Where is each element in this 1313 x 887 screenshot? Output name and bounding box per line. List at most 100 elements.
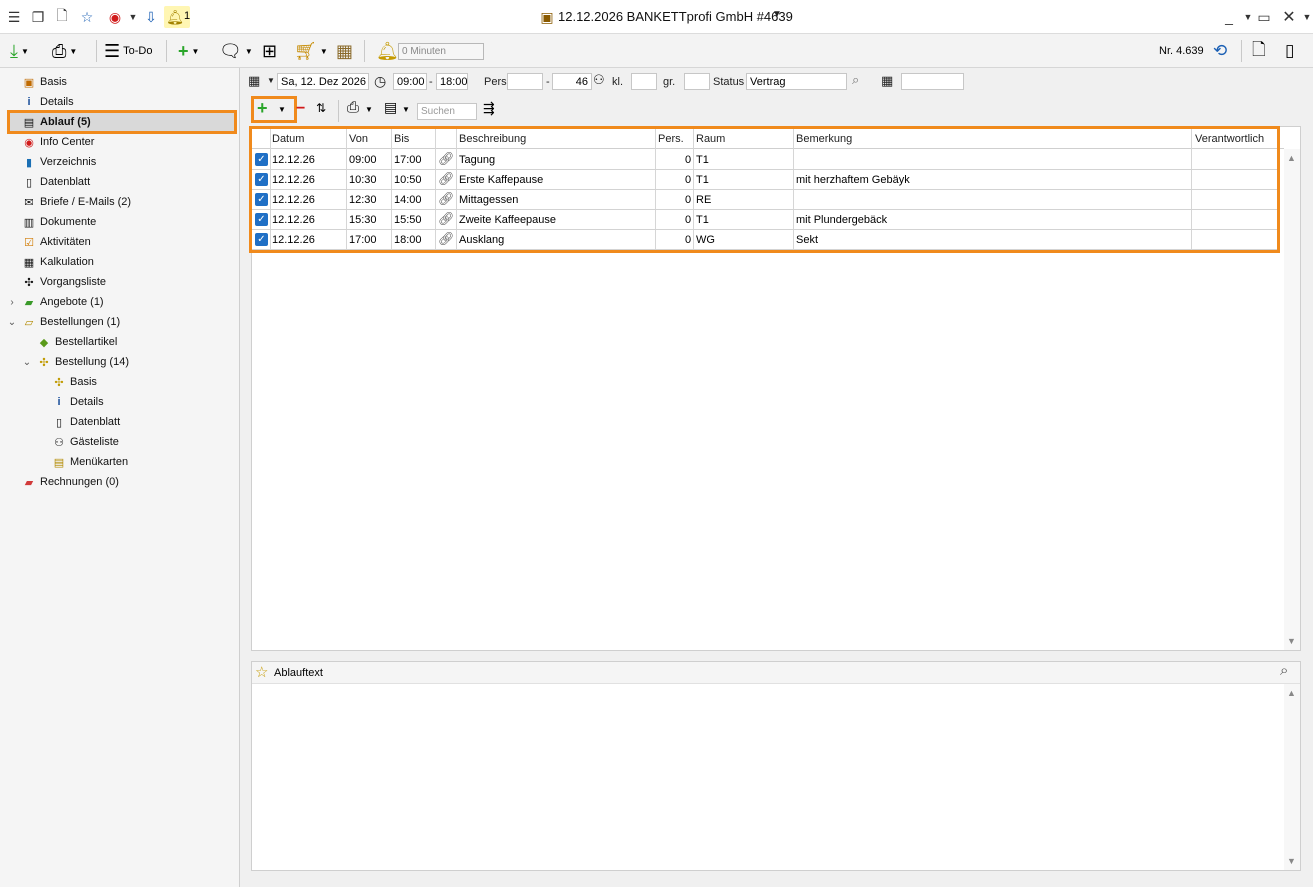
todo-button[interactable]: ☰ To-Do xyxy=(104,39,152,63)
favorite-document-icon[interactable]: ☆ xyxy=(77,7,97,27)
maximize-icon[interactable]: ▭ xyxy=(1254,7,1274,27)
chevron-down-icon[interactable]: ▼ xyxy=(402,105,410,114)
comments-button[interactable]: 🗨︎ ▼ xyxy=(219,39,253,63)
sidebar-item-rechnungen[interactable]: ▰ Rechnungen (0) xyxy=(22,472,119,492)
chevron-down-icon: ▼ xyxy=(319,46,328,56)
chevron-down-icon[interactable]: ▼ xyxy=(278,105,286,114)
scroll-down-icon[interactable]: ▼ xyxy=(1287,636,1296,646)
pers-label: Pers. xyxy=(484,76,510,88)
navigator-icon[interactable]: ◉ xyxy=(105,7,125,27)
scroll-down-icon[interactable]: ▼ xyxy=(1287,856,1296,866)
package-button[interactable]: ▦ xyxy=(336,39,353,63)
sidebar-item-datenblatt[interactable]: ▯ Datenblatt xyxy=(22,172,90,192)
navigator-dropdown-icon[interactable]: ▼ xyxy=(123,7,143,27)
search-input[interactable]: Suchen xyxy=(417,103,477,120)
time-to-field[interactable]: 18:00 xyxy=(436,73,468,90)
ablauftext-editor[interactable] xyxy=(255,686,1279,868)
document-title-icon: ▣ xyxy=(540,8,554,25)
reminder-minutes-field[interactable]: 0 Minuten xyxy=(398,43,484,60)
zoom-icon[interactable]: ⌕ xyxy=(1280,662,1288,679)
document-clock-icon[interactable]: 🗋 xyxy=(1252,39,1266,63)
chevron-right-icon[interactable]: › xyxy=(6,297,18,308)
chevron-down-icon[interactable]: ⌄ xyxy=(21,357,33,368)
calendar-date-field[interactable] xyxy=(901,73,964,90)
sidebar-item-gaesteliste[interactable]: ⚇ Gästeliste xyxy=(52,432,119,452)
sidebar-item-bestellartikel[interactable]: ◆ Bestellartikel xyxy=(37,332,118,352)
sidebar-item-bestellungen[interactable]: ⌄ ▱ Bestellungen (1) xyxy=(8,312,120,332)
reminder-button[interactable]: 🔔︎ xyxy=(376,39,399,63)
folder-icon: ▰ xyxy=(24,296,34,309)
filter-bar: ▦ ▼ Sa, 12. Dez 2026 ◷ 09:00 - 18:00 Per… xyxy=(241,68,1313,95)
folder-icon: ▰ xyxy=(24,476,34,489)
sidebar-item-menuekarten[interactable]: ▤ Menükarten xyxy=(52,452,128,472)
calculator-icon: ▦ xyxy=(23,256,35,269)
gr-label: gr. xyxy=(663,76,676,88)
pers-from-field[interactable] xyxy=(507,73,543,90)
toolbar-separator xyxy=(166,40,167,62)
save-button[interactable]: ⤓ ▼ xyxy=(10,39,29,63)
new-button[interactable]: + ▼ xyxy=(178,39,199,63)
history-icon[interactable]: ⟲ xyxy=(1213,39,1227,63)
page-icon[interactable]: ▯ xyxy=(1285,39,1294,63)
scroll-up-icon[interactable]: ▲ xyxy=(1287,688,1296,698)
hamburger-menu-icon[interactable]: ☰ xyxy=(4,7,24,27)
pers-to-field[interactable]: 46 xyxy=(552,73,592,90)
status-label: Status xyxy=(713,76,745,88)
sidebar-item-details[interactable]: i Details xyxy=(22,92,73,112)
sidebar-item-bestellung[interactable]: ⌄ ✣ Bestellung (14) xyxy=(23,352,129,372)
sidebar-item-briefe[interactable]: ✉ Briefe / E-Mails (2) xyxy=(22,192,131,212)
cart-button[interactable]: 🛒︎ ▼ xyxy=(294,39,328,63)
recent-document-icon[interactable]: 🗋 xyxy=(52,7,72,27)
toolbar-separator xyxy=(1241,40,1242,62)
minimize-icon[interactable]: _ xyxy=(1219,7,1239,27)
sidebar-item-basis[interactable]: ▣ Basis xyxy=(22,72,67,92)
sidebar-item-info-center[interactable]: ◉ Info Center xyxy=(22,132,94,152)
calendar-icon[interactable]: ▦ xyxy=(248,73,260,89)
sort-icon[interactable]: ⇅ xyxy=(316,101,326,115)
windows-icon[interactable]: ❐ xyxy=(28,7,48,27)
sidebar-item-bestellung-details[interactable]: i Details xyxy=(52,392,103,412)
time-separator: - xyxy=(429,76,433,88)
add-entry-icon[interactable]: + xyxy=(257,98,268,119)
kl-field[interactable] xyxy=(631,73,657,90)
chevron-down-icon[interactable]: ▼ xyxy=(267,76,275,85)
time-from-field[interactable]: 09:00 xyxy=(393,73,427,90)
sidebar-item-vorgangsliste[interactable]: ✣ Vorgangsliste xyxy=(22,272,106,292)
status-field[interactable]: Vertrag xyxy=(746,73,847,90)
sidebar-item-aktivitaeten[interactable]: ☑ Aktivitäten xyxy=(22,232,91,252)
date-field[interactable]: Sa, 12. Dez 2026 xyxy=(277,73,369,90)
calendar-icon[interactable]: ▦ xyxy=(881,73,893,89)
gr-field[interactable] xyxy=(684,73,710,90)
chevron-down-icon[interactable]: ▼ xyxy=(365,105,373,114)
highlight-outline-grid xyxy=(249,126,1280,253)
layout-icon: ⊞ xyxy=(262,41,278,61)
printer-icon[interactable]: ⎙ xyxy=(347,99,359,116)
kl-label: kl. xyxy=(612,76,623,88)
sidebar-item-bestellung-datenblatt[interactable]: ▯ Datenblatt xyxy=(52,412,120,432)
title-bar: ☰ ❐ 🗋 ☆ ◉ ▼ ⇩ 🔔︎ 1 ▣ 12.12.2026 BANKETTp… xyxy=(0,0,1313,34)
inbox-icon[interactable]: ⇩ xyxy=(141,7,161,27)
grid-scrollbar[interactable]: ▲ ▼ xyxy=(1284,149,1300,650)
export-icon[interactable]: ⇶ xyxy=(483,100,495,117)
columns-icon[interactable]: ▤ xyxy=(384,99,397,116)
text-scrollbar[interactable]: ▲ ▼ xyxy=(1284,684,1300,870)
guests-icon: ⚇ xyxy=(54,436,64,449)
close-menu-icon[interactable]: ▼ xyxy=(1297,7,1313,27)
print-button[interactable]: ⎙ ▼ xyxy=(52,39,77,63)
zoom-search-icon[interactable]: ⌕ xyxy=(852,72,859,88)
chevron-down-icon[interactable]: ⌄ xyxy=(6,317,18,328)
remove-entry-icon[interactable]: − xyxy=(296,100,305,118)
notification-count: 1 xyxy=(184,10,191,22)
close-icon[interactable]: ✕ xyxy=(1279,7,1299,27)
bell-icon[interactable]: 🔔︎ xyxy=(165,7,185,27)
sidebar-item-dokumente[interactable]: ▥ Dokumente xyxy=(22,212,96,232)
puzzle-icon: ✣ xyxy=(24,276,34,289)
book-icon: ▮ xyxy=(25,156,33,169)
scroll-up-icon[interactable]: ▲ xyxy=(1287,153,1296,163)
sidebar-item-bestellung-basis[interactable]: ✣ Basis xyxy=(52,372,97,392)
sidebar-item-angebote[interactable]: › ▰ Angebote (1) xyxy=(10,292,103,312)
sidebar-item-verzeichnis[interactable]: ▮ Verzeichnis xyxy=(22,152,96,172)
layout-button[interactable]: ⊞ xyxy=(262,39,277,63)
title-dropdown-icon[interactable]: ▼ xyxy=(772,9,782,20)
sidebar-item-kalkulation[interactable]: ▦ Kalkulation xyxy=(22,252,94,272)
